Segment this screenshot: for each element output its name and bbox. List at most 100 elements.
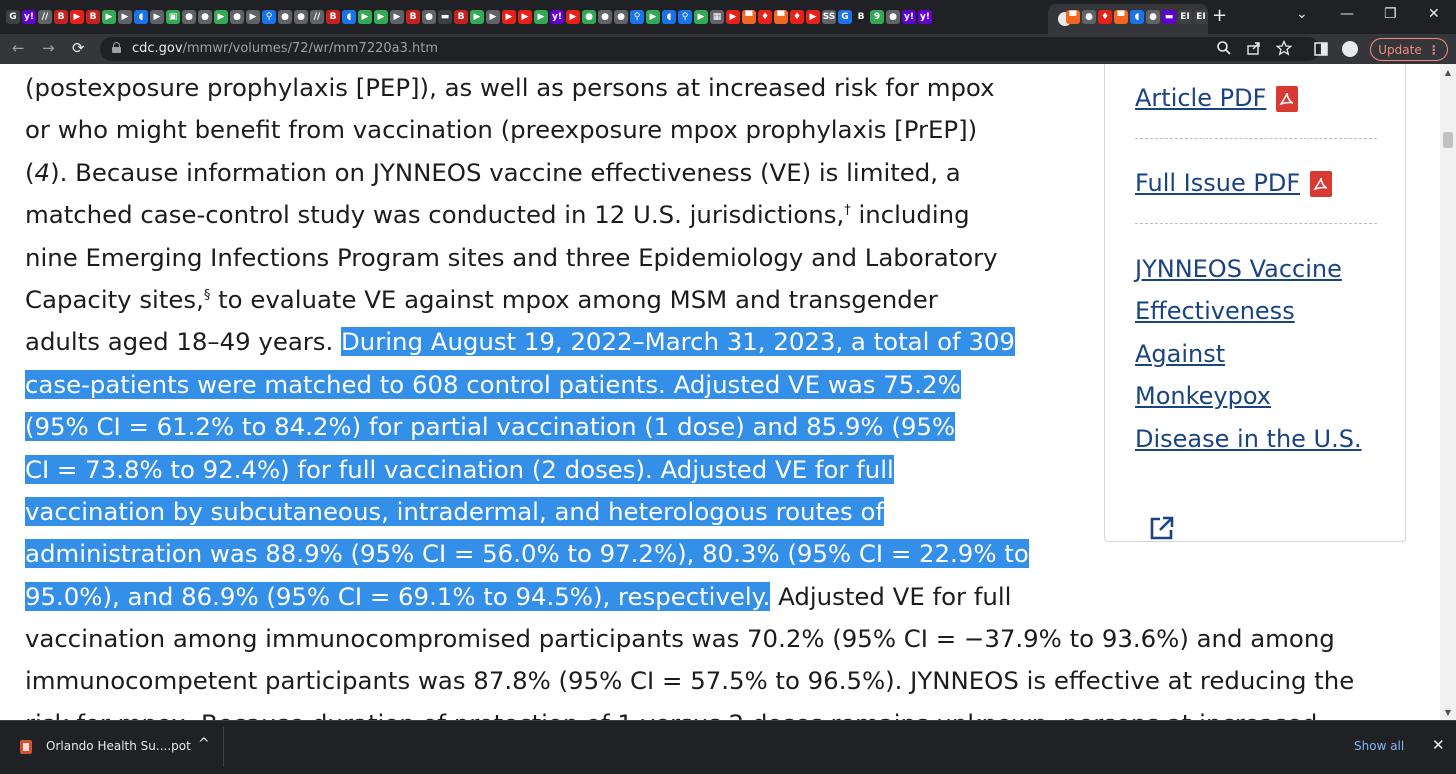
close-download-bar-button[interactable]: ✕	[1432, 736, 1445, 754]
tab-favicon-icon[interactable]: B	[854, 10, 868, 24]
tab-favicon-icon[interactable]: G	[6, 10, 20, 24]
tab-favicon-icon[interactable]: ▶	[806, 10, 820, 24]
tab-favicon-icon[interactable]: ▶	[358, 10, 372, 24]
update-button[interactable]: Update ⋮	[1370, 38, 1448, 61]
tab-favicon-icon[interactable]: ▶	[726, 10, 740, 24]
tab-favicon-icon[interactable]: B	[86, 10, 100, 24]
tab-favicon-icon[interactable]: ▶	[102, 10, 116, 24]
scroll-down-arrow-icon[interactable]: ▼	[1440, 704, 1456, 720]
scroll-up-arrow-icon[interactable]: ▲	[1440, 64, 1456, 80]
tab-favicon-icon[interactable]: //	[310, 10, 324, 24]
tab-favicon-icon[interactable]: ▶	[502, 10, 516, 24]
tab-search-chevron-icon[interactable]: ⌄	[1296, 6, 1308, 22]
reload-button[interactable]: ⟳	[72, 39, 85, 57]
download-item[interactable]: Orlando Health Su....pot ^	[8, 727, 224, 767]
tab-favicon-icon[interactable]: ▬	[1162, 10, 1176, 24]
url-text[interactable]: cdc.gov/mmwr/volumes/72/wr/mm7220a3.htm	[132, 41, 438, 56]
tab-favicon-icon[interactable]: ●	[1146, 10, 1160, 24]
tab-favicon-icon[interactable]: ♦	[790, 10, 804, 24]
tab-favicon-icon[interactable]: ▶	[534, 10, 548, 24]
related-article-link[interactable]: JYNNEOS Vaccine Effectiveness Against Mo…	[1135, 248, 1362, 460]
tab-favicon-icon[interactable]: ▀	[742, 10, 756, 24]
tab-favicon-icon[interactable]: ●	[886, 10, 900, 24]
tab-favicon-icon[interactable]: ◖	[134, 10, 148, 24]
back-button[interactable]: ←	[12, 39, 25, 57]
tab-favicon-icon[interactable]: G	[838, 10, 852, 24]
share-icon[interactable]	[1246, 40, 1262, 60]
minimize-button[interactable]: —	[1340, 6, 1354, 22]
download-options-chevron-icon[interactable]: ^	[198, 736, 210, 752]
tab-favicon-icon[interactable]: ⚲	[630, 10, 644, 24]
show-all-downloads-button[interactable]: Show all	[1354, 739, 1404, 753]
tab-favicon-icon[interactable]: ⚲	[678, 10, 692, 24]
profile-avatar[interactable]	[1342, 41, 1358, 57]
tab-favicon-icon[interactable]: B	[406, 10, 420, 24]
external-link-icon[interactable]	[1149, 515, 1175, 545]
scroll-thumb[interactable]	[1443, 132, 1453, 148]
tab-favicon-icon[interactable]: ▶	[470, 10, 484, 24]
tab-favicon-icon[interactable]: ●	[1082, 10, 1096, 24]
tab-favicon-icon[interactable]: EI	[1178, 10, 1192, 24]
tab-favicon-icon[interactable]: ▶	[214, 10, 228, 24]
address-bar[interactable]: cdc.gov/mmwr/volumes/72/wr/mm7220a3.htm	[100, 37, 1320, 61]
tab-favicon-icon[interactable]: ♦	[758, 10, 772, 24]
tab-favicon-icon[interactable]: y!	[918, 10, 932, 24]
tab-favicon-icon[interactable]: //	[38, 10, 52, 24]
tab-favicon-icon[interactable]: ◖	[1130, 10, 1144, 24]
tab-favicon-icon[interactable]: ●	[278, 10, 292, 24]
tab-favicon-icon[interactable]: ▶	[374, 10, 388, 24]
tab-favicon-icon[interactable]: ▀	[1114, 10, 1128, 24]
tab-favicon-icon[interactable]: ▶	[118, 10, 132, 24]
tab-favicon-icon[interactable]: 9	[870, 10, 884, 24]
tab-favicon-icon[interactable]: y!	[22, 10, 36, 24]
tab-favicon-icon[interactable]: ▶	[566, 10, 580, 24]
tab-favicon-icon[interactable]: ▶	[246, 10, 260, 24]
tab-favicon-icon[interactable]: y!	[902, 10, 916, 24]
vertical-scrollbar[interactable]: ▲ ▼	[1440, 64, 1456, 720]
tab-favicon-icon[interactable]: ●	[182, 10, 196, 24]
tab-favicon-icon[interactable]: B	[454, 10, 468, 24]
powerpoint-file-icon	[20, 740, 32, 754]
forward-button[interactable]: →	[42, 39, 55, 57]
tab-favicon-icon[interactable]: ●	[294, 10, 308, 24]
tab-favicon-icon[interactable]: ▶	[646, 10, 660, 24]
restore-button[interactable]: ❐	[1384, 6, 1397, 22]
tab-favicon-icon[interactable]: ●	[422, 10, 436, 24]
tab-favicon-icon[interactable]: ▶	[150, 10, 164, 24]
bookmark-star-icon[interactable]	[1275, 39, 1293, 60]
tab-favicon-icon[interactable]: ◖	[342, 10, 356, 24]
full-issue-pdf-link[interactable]: Full Issue PDF	[1135, 162, 1333, 204]
tab-favicon-icon[interactable]: ●	[230, 10, 244, 24]
tab-favicon-icon[interactable]: EI	[1194, 10, 1208, 24]
tab-favicon-icon[interactable]: ♦	[1098, 10, 1112, 24]
reference-link[interactable]: 4	[35, 158, 51, 187]
tab-favicon-icon[interactable]: B	[326, 10, 340, 24]
tab-favicon-icon[interactable]: ●	[582, 10, 596, 24]
tab-favicon-icon[interactable]: ●	[198, 10, 212, 24]
tab-favicon-icon[interactable]: ⚲	[262, 10, 276, 24]
tab-favicon-icon[interactable]: ▀	[774, 10, 788, 24]
tab-favicon-icon[interactable]: ▀	[1066, 10, 1080, 24]
tab-favicon-icon[interactable]: ◖	[662, 10, 676, 24]
tab-favicon-icon[interactable]: ▶	[486, 10, 500, 24]
new-tab-button[interactable]: +	[1212, 5, 1227, 26]
article-pdf-link[interactable]: Article PDF	[1135, 77, 1299, 119]
tab-favicon-icon[interactable]: ●	[614, 10, 628, 24]
tab-favicon-icon[interactable]: ●	[598, 10, 612, 24]
tab-favicon-icon[interactable]: ▶	[518, 10, 532, 24]
tab-favicon-icon[interactable]: B	[54, 10, 68, 24]
tab-favicon-icon[interactable]: ▬	[438, 10, 452, 24]
selected-text: CI = 73.8% to 92.4%) for full vaccinatio…	[25, 454, 894, 484]
lock-icon[interactable]	[112, 42, 121, 53]
tab-favicon-icon[interactable]: y!	[550, 10, 564, 24]
tab-favicon-icon[interactable]: ▣	[166, 10, 180, 24]
side-panel-icon[interactable]	[1314, 42, 1328, 60]
tab-favicon-icon[interactable]: ▶	[70, 10, 84, 24]
tab-favicon-icon[interactable]: ▶	[390, 10, 404, 24]
close-window-button[interactable]: ✕	[1428, 6, 1440, 22]
zoom-icon[interactable]	[1216, 40, 1232, 60]
download-file-name[interactable]: Orlando Health Su....pot	[46, 739, 191, 753]
tab-favicon-icon[interactable]: ▦	[710, 10, 724, 24]
tab-favicon-icon[interactable]: ▶	[694, 10, 708, 24]
tab-favicon-icon[interactable]: SS	[822, 10, 836, 24]
